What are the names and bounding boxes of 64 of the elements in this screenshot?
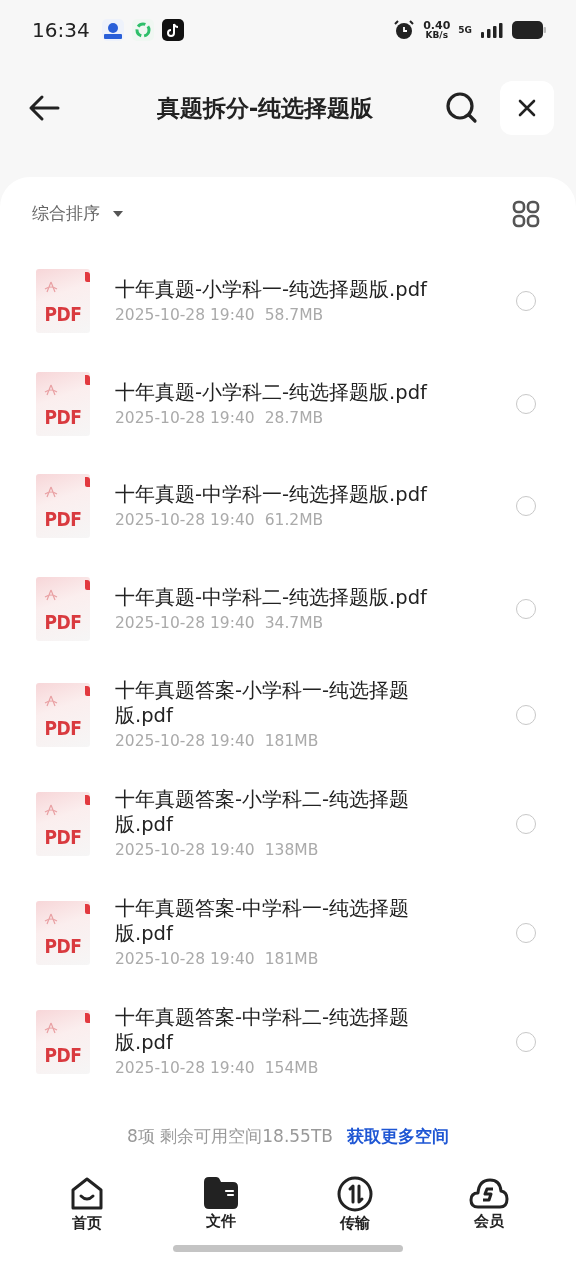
file-name: 十年真题答案-中学科二-纯选择题版.pdf <box>115 1006 411 1055</box>
nav-tab[interactable]: 会员 <box>422 1176 556 1233</box>
select-radio[interactable] <box>516 704 536 725</box>
network-type: 5G <box>458 25 472 35</box>
file-date: 2025-10-28 19:40 <box>115 511 255 530</box>
grid-icon <box>512 199 540 228</box>
caret-icon <box>112 209 124 218</box>
select-radio[interactable] <box>516 813 536 834</box>
app-notification-icon <box>101 19 124 41</box>
file-size: 28.7MB <box>264 408 324 427</box>
select-radio[interactable] <box>516 922 536 943</box>
pdf-file-icon: PDF <box>36 474 90 539</box>
status-time: 16:34 <box>32 18 90 42</box>
file-name: 十年真题-小学科一-纯选择题版.pdf <box>115 278 429 303</box>
battery-icon <box>512 21 546 39</box>
get-more-space-link[interactable]: 获取更多空间 <box>346 1124 449 1148</box>
file-date: 2025-10-28 19:40 <box>115 840 255 859</box>
network-speed-value: 0.40 <box>423 20 451 31</box>
file-size: 181MB <box>264 949 319 968</box>
pdf-file-icon: PDF <box>36 900 90 965</box>
file-date: 2025-10-28 19:40 <box>115 949 255 968</box>
nav-tab[interactable]: 文件 <box>154 1176 288 1233</box>
pdf-file-icon: PDF <box>36 1009 90 1074</box>
file-size: 154MB <box>264 1058 319 1077</box>
select-radio[interactable] <box>516 496 536 517</box>
pdf-file-icon: PDF <box>36 269 90 334</box>
select-radio[interactable] <box>516 393 536 414</box>
page-title: 真题拆分-纯选择题版 <box>155 93 375 123</box>
file-date: 2025-10-28 19:40 <box>115 613 255 632</box>
select-radio[interactable] <box>516 291 536 312</box>
file-size: 61.2MB <box>264 511 324 530</box>
app-notification-icon <box>161 19 184 41</box>
file-size: 138MB <box>264 840 319 859</box>
back-arrow-icon <box>28 94 60 122</box>
file-date: 2025-10-28 19:40 <box>115 1058 255 1077</box>
file-name: 十年真题答案-小学科二-纯选择题版.pdf <box>115 788 411 837</box>
alarm-clock-icon <box>393 19 416 41</box>
signal-icon <box>480 21 504 39</box>
file-date: 2025-10-28 19:40 <box>115 731 255 750</box>
file-name: 十年真题-中学科二-纯选择题版.pdf <box>115 585 429 610</box>
select-radio[interactable] <box>516 598 536 619</box>
pdf-file-icon: PDF <box>36 371 90 436</box>
nav-tab[interactable]: 传输 <box>288 1176 422 1233</box>
file-date: 2025-10-28 19:40 <box>115 306 255 325</box>
network-speed-unit: KB/s <box>425 31 448 40</box>
file-name: 十年真题答案-小学科一-纯选择题版.pdf <box>115 679 411 728</box>
storage-summary: 8项 剩余可用空间18.55TB <box>127 1124 333 1148</box>
sort-dropdown[interactable]: 综合排序 <box>32 202 124 225</box>
close-icon <box>518 99 536 117</box>
pdf-file-icon: PDF <box>36 682 90 747</box>
file-name: 十年真题答案-中学科一-纯选择题版.pdf <box>115 897 411 946</box>
file-size: 58.7MB <box>264 306 324 325</box>
file-name: 十年真题-中学科一-纯选择题版.pdf <box>115 483 429 508</box>
file-size: 181MB <box>264 731 319 750</box>
nav-tab[interactable]: 首页 <box>20 1176 154 1233</box>
select-radio[interactable] <box>516 1031 536 1052</box>
file-size: 34.7MB <box>264 613 324 632</box>
close-button[interactable] <box>500 81 554 135</box>
search-icon <box>445 91 479 125</box>
app-notification-icon <box>131 19 154 41</box>
file-date: 2025-10-28 19:40 <box>115 408 255 427</box>
file-name: 十年真题-小学科二-纯选择题版.pdf <box>115 380 429 405</box>
pdf-file-icon: PDF <box>36 791 90 856</box>
pdf-file-icon: PDF <box>36 576 90 641</box>
